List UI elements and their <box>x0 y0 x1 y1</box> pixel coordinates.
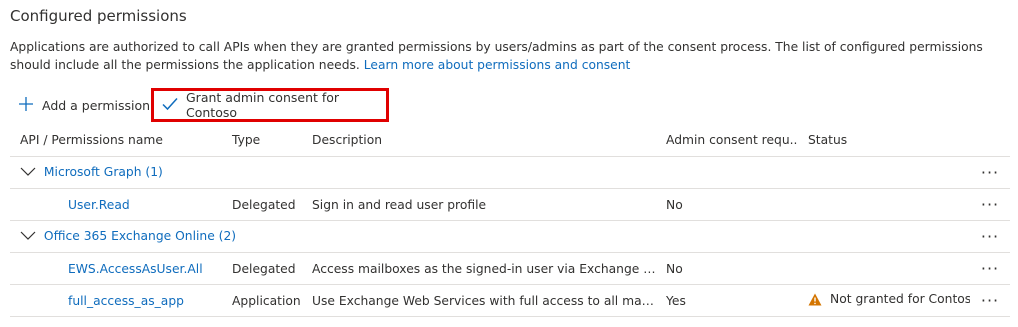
plus-icon <box>18 96 34 115</box>
group-row-microsoft-graph[interactable]: Microsoft Graph (1) ··· <box>10 156 1010 189</box>
more-options-icon[interactable]: ··· <box>970 188 1010 221</box>
more-options-icon[interactable]: ··· <box>970 252 1010 285</box>
checkmark-icon <box>162 97 178 114</box>
permission-name-link[interactable]: EWS.AccessAsUser.All <box>20 262 203 276</box>
more-options-icon[interactable]: ··· <box>970 220 1010 253</box>
chevron-down-icon[interactable] <box>20 230 36 244</box>
permissions-table: API / Permissions name Type Description … <box>10 124 1010 317</box>
admin-consent-required: No <box>656 188 798 221</box>
column-header-description[interactable]: Description <box>302 124 656 157</box>
column-header-admin-consent[interactable]: Admin consent requ... <box>656 124 798 157</box>
page-title: Configured permissions <box>10 7 187 25</box>
warning-icon <box>808 293 822 306</box>
permission-name-link[interactable]: User.Read <box>20 198 130 212</box>
permission-status <box>798 252 970 285</box>
table-row: User.Read Delegated Sign in and read use… <box>10 188 1010 221</box>
admin-consent-required: Yes <box>656 284 798 317</box>
status-text: Not granted for Contoso <box>830 292 970 307</box>
permission-status: Not granted for Contoso <box>798 284 970 317</box>
learn-more-link[interactable]: Learn more about permissions and consent <box>364 58 631 72</box>
grant-admin-consent-button[interactable]: Grant admin consent for Contoso <box>151 88 389 122</box>
permission-description: Sign in and read user profile <box>302 188 656 221</box>
table-row: full_access_as_app Application Use Excha… <box>10 284 1010 317</box>
column-header-type[interactable]: Type <box>222 124 302 157</box>
permission-name-link[interactable]: full_access_as_app <box>20 294 184 308</box>
permission-type: Delegated <box>222 188 302 221</box>
permission-description: Access mailboxes as the signed-in user v… <box>302 252 656 285</box>
group-name-microsoft-graph[interactable]: Microsoft Graph (1) <box>44 165 163 179</box>
grant-admin-consent-label: Grant admin consent for Contoso <box>186 90 340 120</box>
more-options-icon[interactable]: ··· <box>970 284 1010 317</box>
column-header-actions <box>970 124 1010 157</box>
more-options-icon[interactable]: ··· <box>970 156 1010 189</box>
permission-description: Use Exchange Web Services with full acce… <box>302 284 656 317</box>
group-name-office365-exchange[interactable]: Office 365 Exchange Online (2) <box>44 229 236 243</box>
permission-status <box>798 188 970 221</box>
page-description: Applications are authorized to call APIs… <box>10 38 1010 74</box>
add-permission-button[interactable]: Add a permission <box>18 88 150 122</box>
table-row: EWS.AccessAsUser.All Delegated Access ma… <box>10 252 1010 285</box>
chevron-down-icon[interactable] <box>20 166 36 180</box>
permission-type: Application <box>222 284 302 317</box>
status-badge: Not granted for Contoso <box>808 292 970 306</box>
admin-consent-required: No <box>656 252 798 285</box>
toolbar: Add a permission Grant admin consent for… <box>0 88 1018 122</box>
table-header-row: API / Permissions name Type Description … <box>10 124 1010 157</box>
permission-type: Delegated <box>222 252 302 285</box>
column-header-api-name[interactable]: API / Permissions name <box>10 124 222 157</box>
column-header-status[interactable]: Status <box>798 124 970 157</box>
add-permission-label: Add a permission <box>42 97 151 113</box>
group-row-office365-exchange[interactable]: Office 365 Exchange Online (2) ··· <box>10 220 1010 253</box>
